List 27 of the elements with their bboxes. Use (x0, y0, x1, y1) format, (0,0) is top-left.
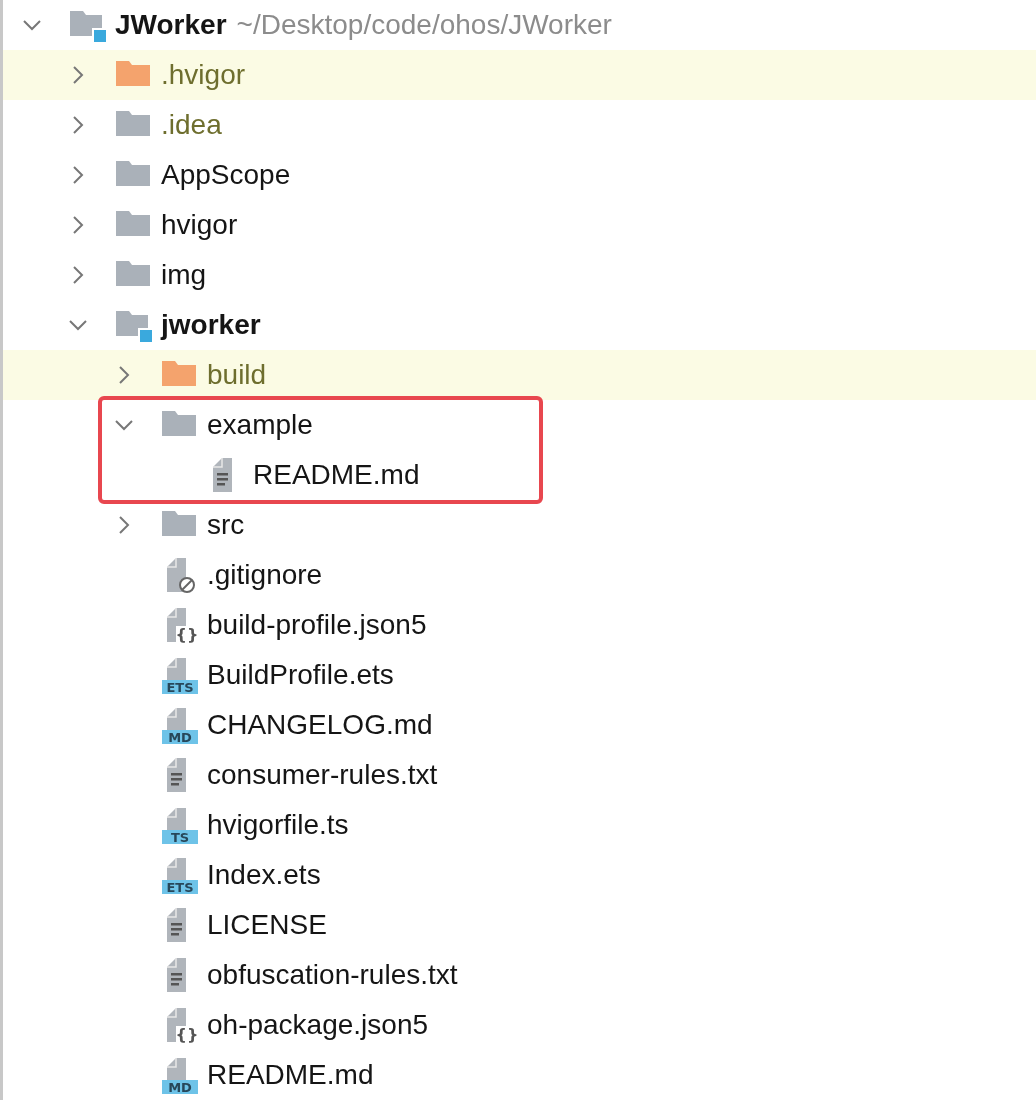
file-name[interactable]: consumer-rules.txt (207, 758, 438, 792)
module-folder-icon (69, 8, 107, 42)
folder-name[interactable]: build (207, 358, 267, 392)
folder-name[interactable]: hvigor (161, 208, 238, 242)
file-name[interactable]: README.md (253, 458, 420, 492)
folder-name[interactable]: .hvigor (161, 58, 246, 92)
file-name[interactable]: oh-package.json5 (207, 1008, 429, 1042)
file-name[interactable]: Index.ets (207, 858, 321, 892)
project-path: ~/Desktop/code/ohos/JWorker (236, 8, 612, 42)
folder-name[interactable]: jworker (161, 308, 261, 342)
folder-name[interactable]: example (207, 408, 313, 442)
file-name[interactable]: obfuscation-rules.txt (207, 958, 458, 992)
file-name[interactable]: CHANGELOG.md (207, 708, 433, 742)
folder-name[interactable]: .idea (161, 108, 222, 142)
tree-row[interactable]: .hvigor (3, 50, 1036, 100)
folder-name[interactable]: img (161, 258, 207, 292)
file-name[interactable]: .gitignore (207, 558, 323, 592)
folder-name[interactable]: JWorker (115, 8, 227, 42)
folder-name[interactable]: src (207, 508, 245, 542)
folder-name[interactable]: AppScope (161, 158, 291, 192)
file-name[interactable]: build-profile.json5 (207, 608, 427, 642)
module-folder-icon (115, 308, 153, 342)
file-name[interactable]: BuildProfile.ets (207, 658, 394, 692)
file-name[interactable]: README.md (207, 1058, 374, 1092)
file-name[interactable]: LICENSE (207, 908, 327, 942)
file-name[interactable]: hvigorfile.ts (207, 808, 349, 842)
tree-row[interactable]: build (3, 350, 1036, 400)
